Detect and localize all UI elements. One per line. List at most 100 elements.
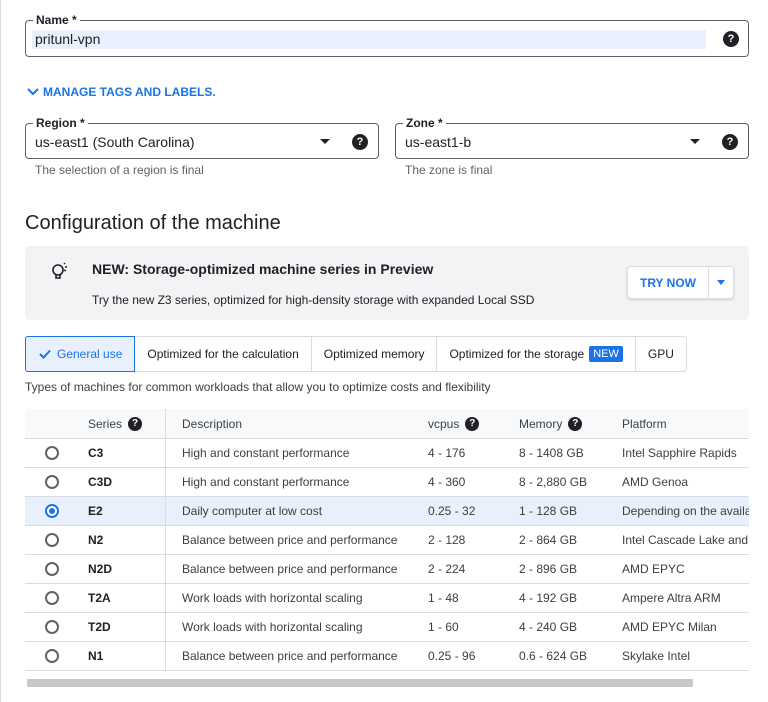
machine-series-table: Series ? Description vcpus ? Memory ? Pl…: [25, 409, 749, 671]
cell-vcpus: 4 - 176: [428, 446, 466, 460]
left-border: [0, 0, 1, 702]
cell-platform: Depending on the availa: [622, 504, 749, 518]
help-circle-icon[interactable]: ?: [568, 416, 583, 431]
cell-series: C3D: [88, 475, 113, 489]
dropdown-arrow-icon[interactable]: [320, 139, 330, 144]
cell-memory: 0.6 - 624 GB: [519, 649, 588, 663]
zone-label: Zone *: [403, 116, 446, 130]
table-row[interactable]: E2 Daily computer at low cost 0.25 - 32 1 -…: [25, 497, 749, 526]
header-description: Description: [182, 416, 243, 431]
name-field-label: Name *: [33, 13, 80, 27]
cell-description: Balance between price and performance: [182, 649, 398, 663]
series-radio[interactable]: [45, 504, 59, 518]
header-platform: Platform: [622, 416, 667, 431]
table-row[interactable]: N2D Balance between price and performance…: [25, 555, 749, 584]
name-field[interactable]: Name * pritunl-vpn ?: [25, 13, 749, 57]
region-label: Region *: [33, 116, 88, 130]
series-radio[interactable]: [45, 533, 59, 547]
tab-label: General use: [57, 347, 123, 361]
try-now-button[interactable]: TRY NOW: [627, 266, 734, 299]
button-divider: [708, 267, 709, 298]
tab-label: Optimized for the storage: [449, 347, 585, 361]
header-vcpus: vcpus ?: [428, 409, 508, 438]
tab-compute-optimized[interactable]: Optimized for the calculation: [135, 337, 312, 371]
banner-title: NEW: Storage-optimized machine series in…: [92, 261, 434, 277]
tab-label: GPU: [647, 347, 674, 361]
cell-platform: Skylake Intel: [622, 649, 691, 663]
header-memory-label: Memory: [519, 416, 563, 431]
tab-description: Types of machines for common workloads t…: [25, 380, 491, 394]
cell-vcpus: 1 - 60: [428, 620, 459, 634]
table-row[interactable]: N1 Balance between price and performance 0…: [25, 642, 749, 671]
try-now-label: TRY NOW: [640, 276, 696, 290]
series-radio[interactable]: [45, 649, 59, 663]
manage-tags-label: MANAGE TAGS AND LABELS.: [43, 85, 216, 99]
cell-description: Work loads with horizontal scaling: [182, 620, 363, 634]
region-value: us-east1 (South Carolina): [35, 134, 195, 150]
cell-platform: Ampere Altra ARM: [622, 591, 721, 605]
series-radio[interactable]: [45, 562, 59, 576]
column-divider: [165, 497, 166, 525]
help-circle-icon[interactable]: ?: [723, 31, 739, 47]
cell-vcpus: 1 - 48: [428, 591, 459, 605]
table-row[interactable]: C3D High and constant performance 4 - 360 8…: [25, 468, 749, 497]
cell-memory: 2 - 864 GB: [519, 533, 578, 547]
name-selection-highlight: [32, 30, 706, 49]
chevron-down-icon: [27, 88, 39, 96]
cell-memory: 1 - 128 GB: [519, 504, 578, 518]
region-select[interactable]: Region * us-east1 (South Carolina) ?: [25, 116, 379, 159]
name-field-value[interactable]: pritunl-vpn: [35, 30, 100, 48]
help-circle-icon[interactable]: ?: [465, 416, 480, 431]
series-radio[interactable]: [45, 475, 59, 489]
help-circle-icon[interactable]: ?: [722, 134, 738, 150]
column-divider: [165, 613, 166, 641]
zone-select[interactable]: Zone * us-east1-b ?: [395, 116, 749, 159]
cell-description: Balance between price and performance: [182, 533, 398, 547]
table-row[interactable]: T2D Work loads with horizontal scaling 1 -…: [25, 613, 749, 642]
cell-description: High and constant performance: [182, 475, 350, 489]
cell-description: Work loads with horizontal scaling: [182, 591, 363, 605]
banner-body: Try the new Z3 series, optimized for hig…: [92, 293, 535, 307]
manage-tags-link[interactable]: MANAGE TAGS AND LABELS.: [26, 85, 216, 99]
help-circle-icon[interactable]: ?: [128, 416, 143, 431]
check-icon: [39, 349, 51, 359]
table-row[interactable]: T2A Work loads with horizontal scaling 1 -…: [25, 584, 749, 613]
header-series: Series ?: [88, 409, 164, 438]
cell-platform: AMD Genoa: [622, 475, 689, 489]
dropdown-arrow-icon[interactable]: [690, 139, 700, 144]
header-memory: Memory ?: [519, 409, 609, 438]
new-badge: NEW: [589, 346, 623, 362]
tab-gpu[interactable]: GPU: [636, 337, 686, 371]
table-row[interactable]: N2 Balance between price and performance 2…: [25, 526, 749, 555]
series-radio[interactable]: [45, 620, 59, 634]
table-body: C3 High and constant performance 4 - 176 8 …: [25, 439, 749, 671]
cell-platform: Intel Cascade Lake and: [622, 533, 749, 547]
cell-memory: 8 - 2,880 GB: [519, 475, 588, 489]
tab-label: Optimized for the calculation: [147, 347, 299, 361]
try-now-dropdown-icon[interactable]: [717, 280, 725, 285]
cell-description: Daily computer at low cost: [182, 504, 323, 518]
lightbulb-icon: [52, 262, 67, 279]
help-circle-icon[interactable]: ?: [352, 134, 368, 150]
cell-series: N1: [88, 649, 104, 663]
tab-general-use[interactable]: General use: [25, 336, 136, 372]
tab-storage-optimized[interactable]: Optimized for the storage NEW: [437, 337, 636, 371]
tab-memory-optimized[interactable]: Optimized memory: [312, 337, 438, 371]
cell-vcpus: 2 - 128: [428, 533, 466, 547]
region-hint: The selection of a region is final: [35, 163, 204, 177]
series-radio[interactable]: [45, 591, 59, 605]
cell-series: N2D: [88, 562, 113, 576]
cell-description: High and constant performance: [182, 446, 350, 460]
column-divider: [165, 468, 166, 496]
cell-vcpus: 0.25 - 32: [428, 504, 476, 518]
series-radio[interactable]: [45, 446, 59, 460]
column-divider: [165, 642, 166, 670]
table-row[interactable]: C3 High and constant performance 4 - 176 8 …: [25, 439, 749, 468]
horizontal-scrollbar[interactable]: [27, 679, 693, 687]
cell-series: T2A: [88, 591, 111, 605]
column-divider: [165, 439, 166, 467]
cell-platform: AMD EPYC: [622, 562, 685, 576]
cell-memory: 2 - 896 GB: [519, 562, 578, 576]
table-header: Series ? Description vcpus ? Memory ? Pl…: [25, 409, 749, 439]
cell-series: E2: [88, 504, 103, 518]
